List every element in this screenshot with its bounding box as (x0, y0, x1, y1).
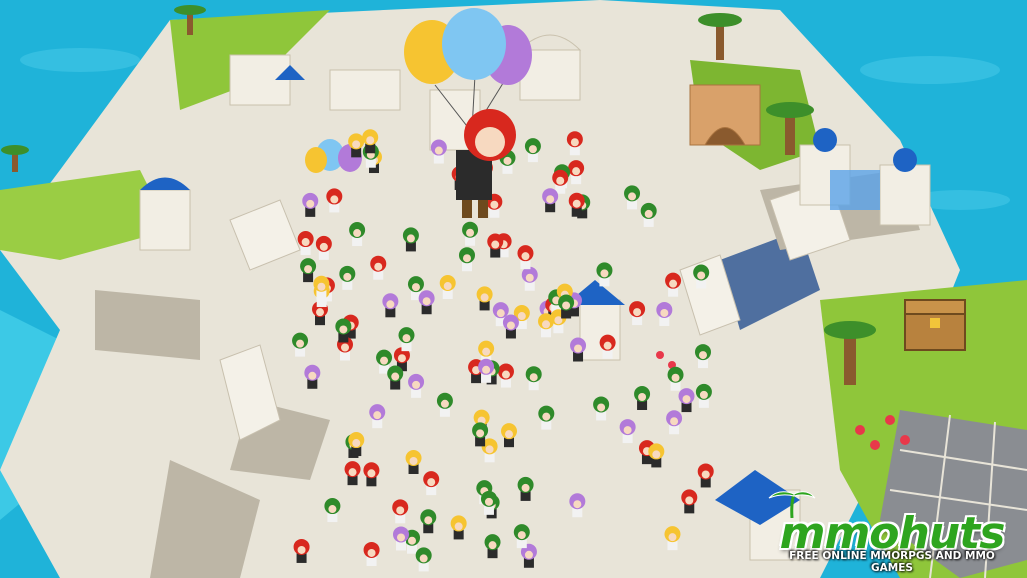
arches (689, 84, 761, 146)
watermark-tagline: FREE ONLINE MMORPGS AND MMO GAMES (789, 550, 995, 574)
game-scene: mmohuts FREE ONLINE MMORPGS AND MMO GAME… (0, 0, 1027, 578)
site-watermark: mmohuts FREE ONLINE MMORPGS AND MMO GAME… (767, 488, 1017, 574)
treasure-chest (904, 299, 966, 351)
